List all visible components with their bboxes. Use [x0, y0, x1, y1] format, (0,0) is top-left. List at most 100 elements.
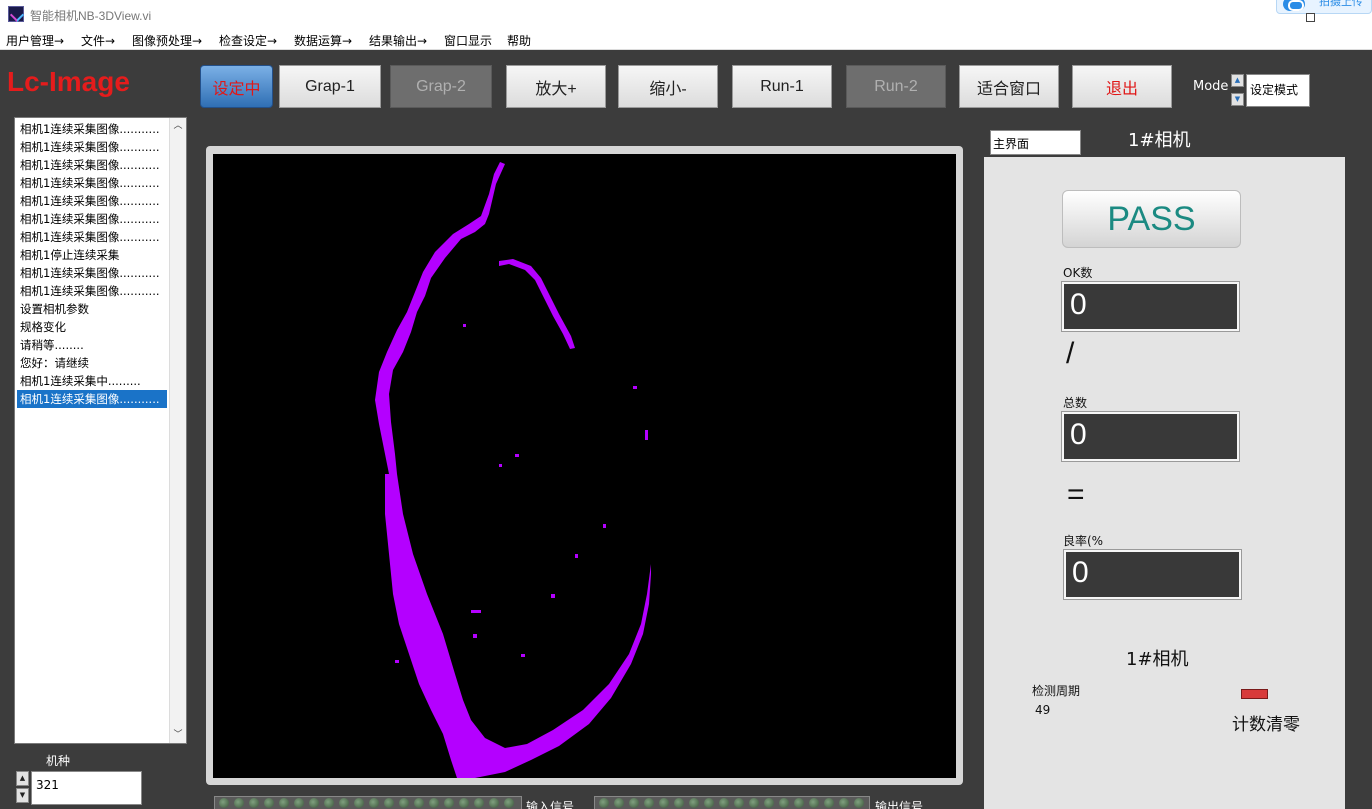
- fit-window-button[interactable]: 适合窗口: [959, 65, 1059, 108]
- equals-symbol: =: [1067, 478, 1085, 511]
- log-items: 相机1连续采集图像........... 相机1连续采集图像...........…: [17, 120, 167, 408]
- cloud-upload-button[interactable]: 拍摄上传: [1276, 0, 1372, 14]
- exit-button[interactable]: 退出: [1072, 65, 1172, 108]
- log-scrollbar[interactable]: ︿ ﹀: [169, 118, 186, 743]
- reset-count-button[interactable]: [1241, 689, 1268, 699]
- io-led-icon: [234, 798, 244, 808]
- log-list-item[interactable]: 相机1连续采集图像...........: [17, 210, 167, 228]
- io-led-icon: [719, 798, 729, 808]
- mode-decrement-button[interactable]: ▼: [1231, 93, 1244, 106]
- log-list-item[interactable]: 相机1连续采集图像...........: [17, 390, 167, 408]
- noise-speck: [463, 324, 466, 327]
- log-list-item[interactable]: 相机1停止连续采集: [17, 246, 167, 264]
- io-led-icon: [659, 798, 669, 808]
- log-list-item[interactable]: 相机1连续采集图像...........: [17, 138, 167, 156]
- io-led-icon: [324, 798, 334, 808]
- model-increment-button[interactable]: ▲: [16, 771, 29, 786]
- io-led-icon: [444, 798, 454, 808]
- io-led-icon: [459, 798, 469, 808]
- log-list-item[interactable]: 相机1连续采集图像...........: [17, 156, 167, 174]
- io-led-icon: [614, 798, 624, 808]
- io-led-icon: [704, 798, 714, 808]
- zoom-out-button[interactable]: 缩小-: [618, 65, 718, 108]
- menu-inspection-setup[interactable]: 检查设定→: [219, 32, 277, 49]
- noise-speck: [521, 654, 525, 657]
- log-listbox[interactable]: 相机1连续采集图像........... 相机1连续采集图像...........…: [14, 117, 187, 744]
- log-list-item[interactable]: 相机1连续采集图像...........: [17, 174, 167, 192]
- total-count-display: 0: [1061, 411, 1240, 462]
- noise-speck: [473, 634, 477, 638]
- image-viewport[interactable]: [213, 154, 956, 778]
- io-led-icon: [249, 798, 259, 808]
- grap1-button[interactable]: Grap-1: [279, 65, 381, 108]
- noise-speck: [575, 554, 578, 558]
- detected-edge-upper: [375, 162, 505, 474]
- log-list-item[interactable]: 相机1连续采集图像...........: [17, 264, 167, 282]
- menu-window-display[interactable]: 窗口显示: [444, 32, 492, 49]
- log-list-item[interactable]: 您好：请继续: [17, 354, 167, 372]
- menu-help[interactable]: 帮助: [507, 32, 531, 49]
- maximize-icon[interactable]: [1306, 13, 1315, 22]
- model-label: 机种: [46, 754, 71, 768]
- io-led-icon: [429, 798, 439, 808]
- io-led-icon: [839, 798, 849, 808]
- log-list-item[interactable]: 请稍等........: [17, 336, 167, 354]
- menu-data-compute[interactable]: 数据运算→: [294, 32, 352, 49]
- io-led-icon: [629, 798, 639, 808]
- io-led-icon: [309, 798, 319, 808]
- camera-title-bottom: 1#相机: [1126, 649, 1189, 670]
- run1-button[interactable]: Run-1: [732, 65, 832, 108]
- io-led-icon: [339, 798, 349, 808]
- io-led-icon: [489, 798, 499, 808]
- log-list-item[interactable]: 设置相机参数: [17, 300, 167, 318]
- menu-file[interactable]: 文件→: [81, 32, 115, 49]
- setting-mode-button[interactable]: 设定中: [200, 65, 273, 108]
- grap2-button[interactable]: Grap-2: [390, 65, 492, 108]
- noise-speck: [603, 524, 606, 528]
- io-led-icon: [809, 798, 819, 808]
- io-led-icon: [824, 798, 834, 808]
- io-led-icon: [689, 798, 699, 808]
- zoom-in-button[interactable]: 放大+: [506, 65, 606, 108]
- io-led-icon: [399, 798, 409, 808]
- io-led-icon: [644, 798, 654, 808]
- window-title: 智能相机NB-3DView.vi: [30, 9, 152, 23]
- log-list-item[interactable]: 相机1连续采集中.........: [17, 372, 167, 390]
- reset-count-label: 计数清零: [1232, 715, 1300, 735]
- cycle-time-value: 49: [1035, 703, 1051, 717]
- cloud-icon: [1283, 0, 1305, 11]
- io-led-icon: [749, 798, 759, 808]
- scroll-down-icon[interactable]: ﹀: [170, 727, 186, 743]
- io-led-icon: [264, 798, 274, 808]
- log-list-item[interactable]: 规格变化: [17, 318, 167, 336]
- run2-button[interactable]: Run-2: [846, 65, 946, 108]
- pass-indicator-button[interactable]: PASS: [1062, 190, 1241, 248]
- divide-symbol: /: [1066, 337, 1075, 370]
- noise-speck: [499, 464, 502, 467]
- menu-bar: 用户管理→ 文件→ 图像预处理→ 检查设定→ 数据运算→ 结果输出→ 窗口显示 …: [0, 30, 1372, 50]
- menu-result-output[interactable]: 结果输出→: [369, 32, 427, 49]
- io-led-icon: [599, 798, 609, 808]
- io-led-icon: [674, 798, 684, 808]
- log-list-item[interactable]: 相机1连续采集图像...........: [17, 192, 167, 210]
- input-signal-label: 输入信号: [526, 800, 575, 809]
- io-led-icon: [474, 798, 484, 808]
- io-led-icon: [854, 798, 864, 808]
- total-count-label: 总数: [1063, 396, 1088, 410]
- mode-select[interactable]: 设定模式: [1246, 74, 1310, 107]
- log-list-item[interactable]: 相机1连续采集图像...........: [17, 228, 167, 246]
- menu-user-management[interactable]: 用户管理→: [6, 32, 64, 49]
- model-input[interactable]: 321: [31, 771, 142, 805]
- noise-speck: [633, 386, 637, 389]
- noise-speck: [645, 430, 648, 440]
- menu-image-preprocess[interactable]: 图像预处理→: [132, 32, 202, 49]
- io-led-icon: [354, 798, 364, 808]
- mode-increment-button[interactable]: ▲: [1231, 74, 1244, 87]
- detected-blob-lower: [385, 474, 651, 778]
- detected-edge-right: [499, 259, 575, 349]
- log-list-item[interactable]: 相机1连续采集图像...........: [17, 282, 167, 300]
- log-list-item[interactable]: 相机1连续采集图像...........: [17, 120, 167, 138]
- scroll-up-icon[interactable]: ︿: [170, 118, 186, 134]
- model-decrement-button[interactable]: ▼: [16, 788, 29, 803]
- page-select-input[interactable]: 主界面: [990, 130, 1081, 155]
